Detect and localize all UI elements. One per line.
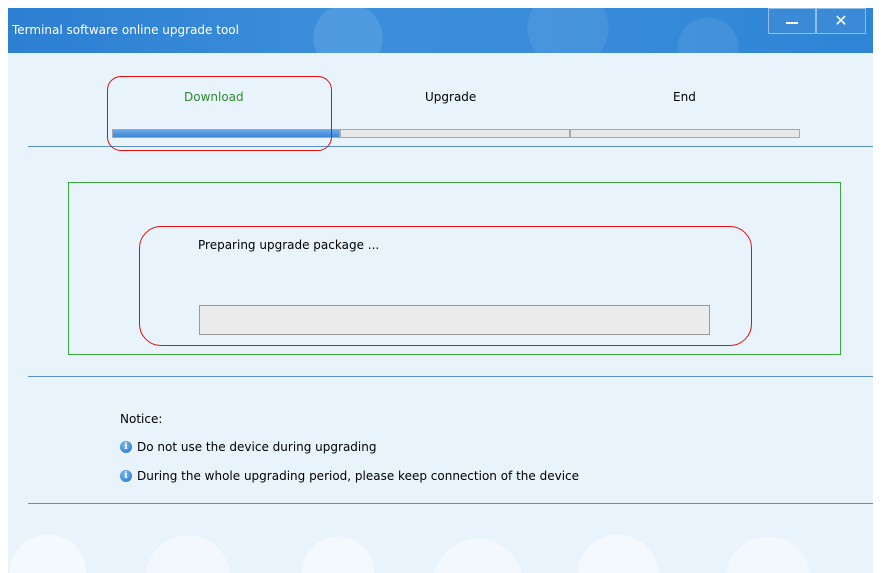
close-button[interactable]: ✕ [816,8,866,34]
step-upgrade-label: Upgrade [425,90,477,104]
window-title: Terminal software online upgrade tool [12,23,239,37]
notice-item-text: Do not use the device during upgrading [137,440,377,454]
minimize-icon [786,22,798,24]
notice-title: Notice: [120,412,163,426]
step-end-progress [570,129,800,138]
divider-middle [28,376,873,377]
step-upgrade-progress [340,129,570,138]
minimize-button[interactable] [768,8,816,34]
notice-item-text: During the whole upgrading period, pleas… [137,469,580,483]
upgrade-tool-window: Terminal software online upgrade tool ✕ … [8,8,873,573]
step-end-label: End [673,90,696,104]
status-highlight [139,226,752,346]
divider-bottom [28,503,873,504]
notice-item: i During the whole upgrading period, ple… [120,469,579,483]
title-bar: Terminal software online upgrade tool ✕ [8,8,873,53]
close-icon: ✕ [834,11,848,30]
info-icon: i [120,470,132,482]
download-step-highlight [107,76,332,151]
info-icon: i [120,441,132,453]
notice-item: i Do not use the device during upgrading [120,440,376,454]
